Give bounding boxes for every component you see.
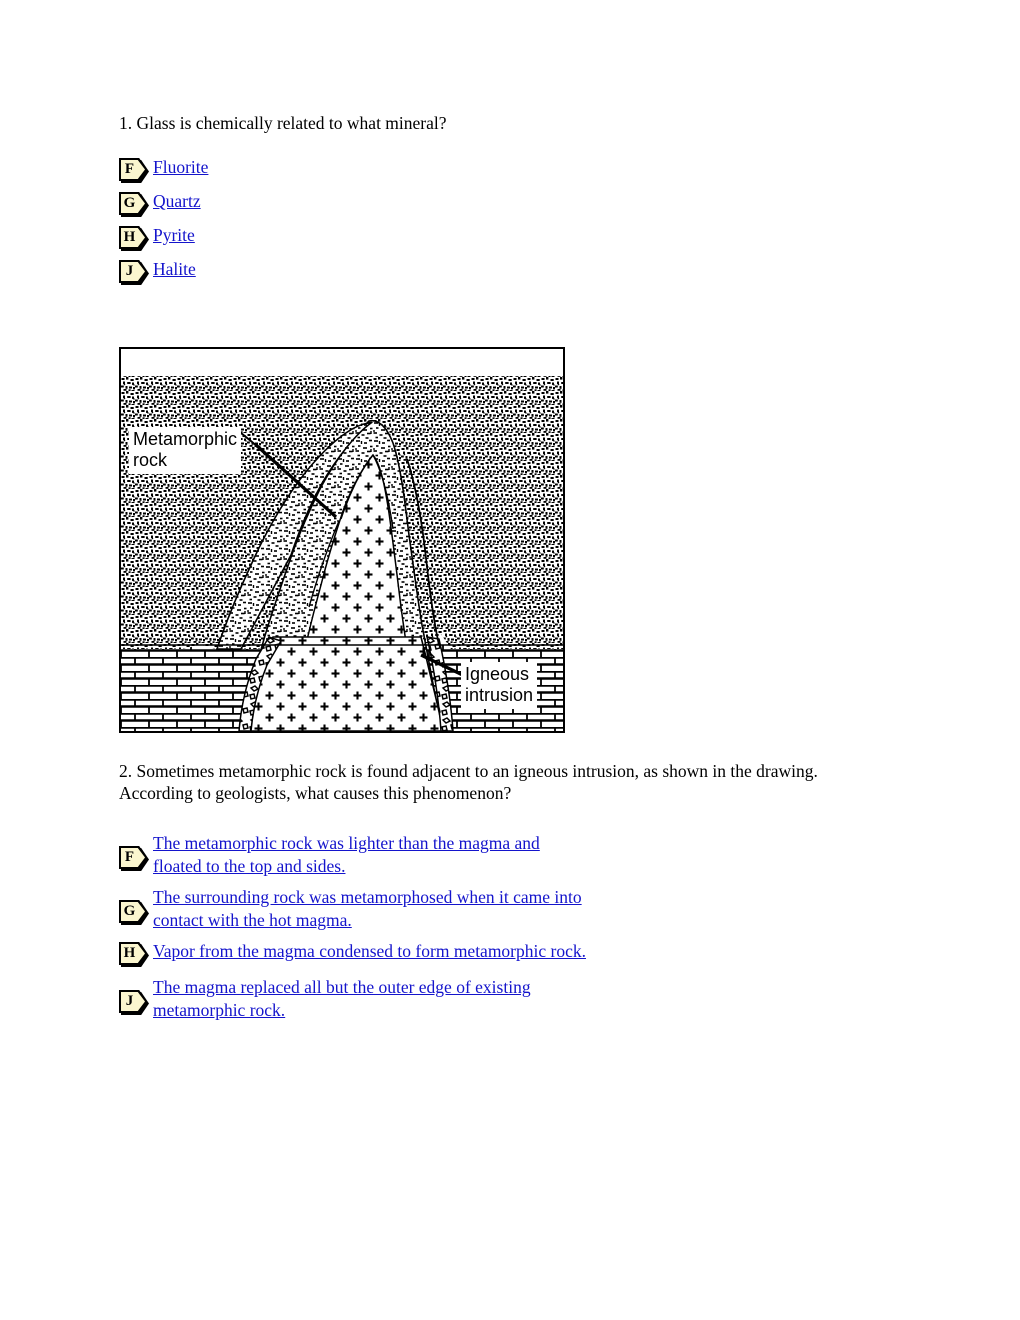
choice-link-1-g[interactable]: Quartz (153, 190, 201, 213)
question-1-choices: F Fluorite G Quartz H Pyrite J Halite (119, 156, 909, 286)
choice-letter: H (123, 945, 136, 961)
choice-bullet-wrap: G (119, 900, 153, 926)
choice-letter: J (125, 263, 134, 279)
pentagon-bullet-icon: J (119, 990, 149, 1015)
question-2-choices: F The metamorphic rock was lighter than … (119, 832, 859, 1030)
choice-letter: F (124, 161, 135, 177)
choice-bullet-wrap: J (119, 990, 153, 1016)
choice-bullet-wrap: F (119, 158, 153, 184)
question-1-block: 1. Glass is chemically related to what m… (119, 112, 909, 292)
figure-canvas: Metamorphic rock Igneous intrusion (121, 349, 563, 731)
pentagon-bullet-icon: G (119, 192, 149, 217)
choice-letter: G (123, 195, 136, 211)
choice-row-1-h[interactable]: H Pyrite (119, 224, 909, 252)
choice-link-2-g[interactable]: The surrounding rock was metamorphosed w… (153, 886, 615, 932)
pentagon-bullet-icon: H (119, 226, 149, 251)
choice-letter: J (125, 993, 134, 1009)
choice-letter: G (123, 903, 136, 919)
pentagon-bullet-icon: H (119, 942, 149, 967)
choice-row-2-f[interactable]: F The metamorphic rock was lighter than … (119, 832, 859, 878)
choice-link-2-f[interactable]: The metamorphic rock was lighter than th… (153, 832, 571, 878)
choice-bullet-wrap: F (119, 846, 153, 872)
choice-row-1-g[interactable]: G Quartz (119, 190, 909, 218)
figure-top-band (121, 349, 563, 376)
worksheet-page: 1. Glass is chemically related to what m… (0, 0, 1020, 1320)
question-1-text: 1. Glass is chemically related to what m… (119, 113, 447, 133)
choice-link-1-f[interactable]: Fluorite (153, 156, 208, 179)
choice-bullet-wrap: H (119, 226, 153, 252)
choice-bullet-wrap: G (119, 192, 153, 218)
choice-row-2-h[interactable]: H Vapor from the magma condensed to form… (119, 940, 859, 968)
question-2-block: 2. Sometimes metamorphic rock is found a… (119, 760, 859, 804)
choice-link-1-h[interactable]: Pyrite (153, 224, 195, 247)
pentagon-bullet-icon: J (119, 260, 149, 285)
choice-bullet-wrap: J (119, 260, 153, 286)
figure-label-igneous-intrusion: Igneous intrusion (461, 662, 538, 709)
geology-cross-section-figure: Metamorphic rock Igneous intrusion (119, 347, 565, 733)
choice-row-1-f[interactable]: F Fluorite (119, 156, 909, 184)
choice-link-2-h[interactable]: Vapor from the magma condensed to form m… (153, 940, 586, 963)
choice-bullet-wrap: H (119, 942, 153, 968)
figure-label-metamorphic-rock: Metamorphic rock (129, 427, 242, 474)
pentagon-bullet-icon: G (119, 900, 149, 925)
question-2-text: 2. Sometimes metamorphic rock is found a… (119, 761, 818, 803)
choice-link-2-j[interactable]: The magma replaced all but the outer edg… (153, 976, 595, 1022)
choice-letter: H (123, 229, 136, 245)
pentagon-bullet-icon: F (119, 846, 149, 871)
choice-link-1-j[interactable]: Halite (153, 258, 196, 281)
choice-row-1-j[interactable]: J Halite (119, 258, 909, 286)
choice-row-2-j[interactable]: J The magma replaced all but the outer e… (119, 976, 859, 1022)
choice-letter: F (124, 849, 135, 865)
choice-row-2-g[interactable]: G The surrounding rock was metamorphosed… (119, 886, 859, 932)
pentagon-bullet-icon: F (119, 158, 149, 183)
